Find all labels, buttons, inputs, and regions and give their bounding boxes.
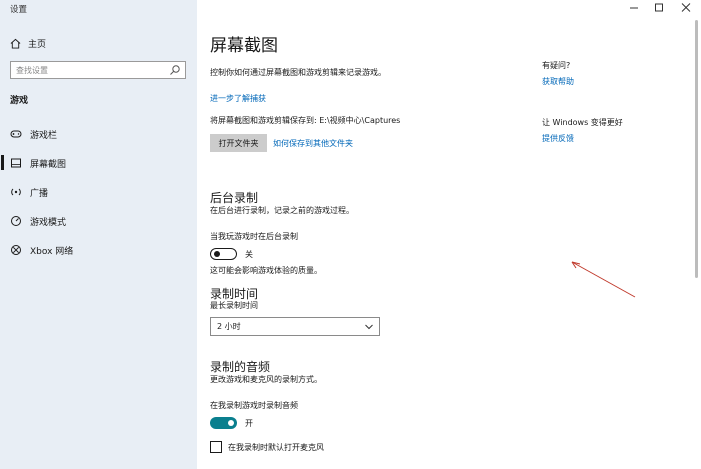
background-recording-toggle[interactable] xyxy=(210,248,237,260)
scrollbar[interactable] xyxy=(695,20,698,278)
background-recording-toggle-state: 关 xyxy=(245,250,253,259)
game-bar-icon xyxy=(10,130,22,138)
sidebar-item-xbox-network[interactable]: Xbox 网络 xyxy=(10,242,190,258)
sidebar-item-label: Xbox 网络 xyxy=(30,246,74,257)
sidebar-item-label: 游戏模式 xyxy=(30,217,67,228)
chevron-down-icon xyxy=(365,324,373,330)
background-recording-heading: 后台录制 xyxy=(210,191,259,205)
annotation-arrow xyxy=(571,261,636,298)
max-recording-length-dropdown[interactable]: 2 小时 xyxy=(210,317,380,336)
dropdown-selected-value: 2 小时 xyxy=(217,322,241,331)
game-mode-icon xyxy=(11,216,21,226)
save-elsewhere-link[interactable]: 如何保存到其他文件夹 xyxy=(273,138,353,149)
feedback-link[interactable]: 提供反馈 xyxy=(542,133,574,144)
mic-default-checkbox[interactable] xyxy=(210,441,222,453)
audio-heading: 录制的音频 xyxy=(210,360,271,374)
close-icon[interactable] xyxy=(679,2,693,14)
sidebar-item-label: 屏幕截图 xyxy=(30,159,67,170)
section-label-gaming: 游戏 xyxy=(10,96,29,106)
toggle-knob xyxy=(228,420,234,426)
audio-description: 更改游戏和麦克风的录制方式。 xyxy=(210,375,322,384)
background-recording-toggle-label: 当我玩游戏时在后台录制 xyxy=(210,232,298,241)
captures-icon xyxy=(11,158,21,168)
minimize-icon[interactable] xyxy=(627,2,641,14)
sidebar-item-label: 游戏栏 xyxy=(30,130,58,141)
xbox-icon xyxy=(11,245,21,255)
help-question: 有疑问? xyxy=(542,61,571,70)
nav-home[interactable]: 主页 xyxy=(10,35,46,51)
mic-default-checkbox-label: 在我录制时默认打开麦克风 xyxy=(228,443,324,452)
toggle-knob xyxy=(214,251,220,257)
search-input[interactable] xyxy=(11,62,161,78)
window-title: 设置 xyxy=(10,5,28,15)
selection-indicator xyxy=(1,155,4,170)
sidebar: 设置 主页 游戏 游戏栏 屏幕截图 广播 游戏模式 Xbox 网络 xyxy=(0,0,197,469)
sidebar-item-label: 广播 xyxy=(30,188,49,199)
search-box[interactable] xyxy=(10,61,186,79)
main-content: 屏幕截图 控制你如何通过屏幕截图和游戏剪辑来记录游戏。 进一步了解捕获 将屏幕截… xyxy=(197,0,701,469)
nav-home-label: 主页 xyxy=(28,39,47,50)
intro-text: 控制你如何通过屏幕截图和游戏剪辑来记录游戏。 xyxy=(210,68,386,77)
learn-more-link[interactable]: 进一步了解捕获 xyxy=(210,93,266,104)
get-help-link[interactable]: 获取帮助 xyxy=(542,76,574,87)
home-icon xyxy=(10,38,21,49)
background-recording-note: 这可能会影响游戏体验的质量。 xyxy=(210,266,322,275)
improve-windows-text: 让 Windows 变得更好 xyxy=(542,118,623,127)
record-audio-toggle-label: 在我录制游戏时录制音频 xyxy=(210,401,298,410)
sidebar-item-captures[interactable]: 屏幕截图 xyxy=(10,155,190,171)
recording-time-subheading: 最长录制时间 xyxy=(210,301,258,310)
save-path-text: 将屏幕截图和游戏剪辑保存到: E:\视频中心\Captures xyxy=(210,116,401,125)
sidebar-item-game-bar[interactable]: 游戏栏 xyxy=(10,126,190,142)
broadcast-icon xyxy=(11,188,21,196)
background-recording-description: 在后台进行录制，记录之前的游戏过程。 xyxy=(210,206,354,215)
sidebar-item-broadcast[interactable]: 广播 xyxy=(10,184,190,200)
sidebar-item-game-mode[interactable]: 游戏模式 xyxy=(10,213,190,229)
page-title: 屏幕截图 xyxy=(210,36,278,56)
record-audio-toggle-state: 开 xyxy=(245,419,253,428)
open-folder-button[interactable]: 打开文件夹 xyxy=(210,134,267,152)
record-audio-toggle[interactable] xyxy=(210,417,237,429)
search-icon[interactable] xyxy=(169,64,181,76)
maximize-icon[interactable] xyxy=(652,2,666,14)
